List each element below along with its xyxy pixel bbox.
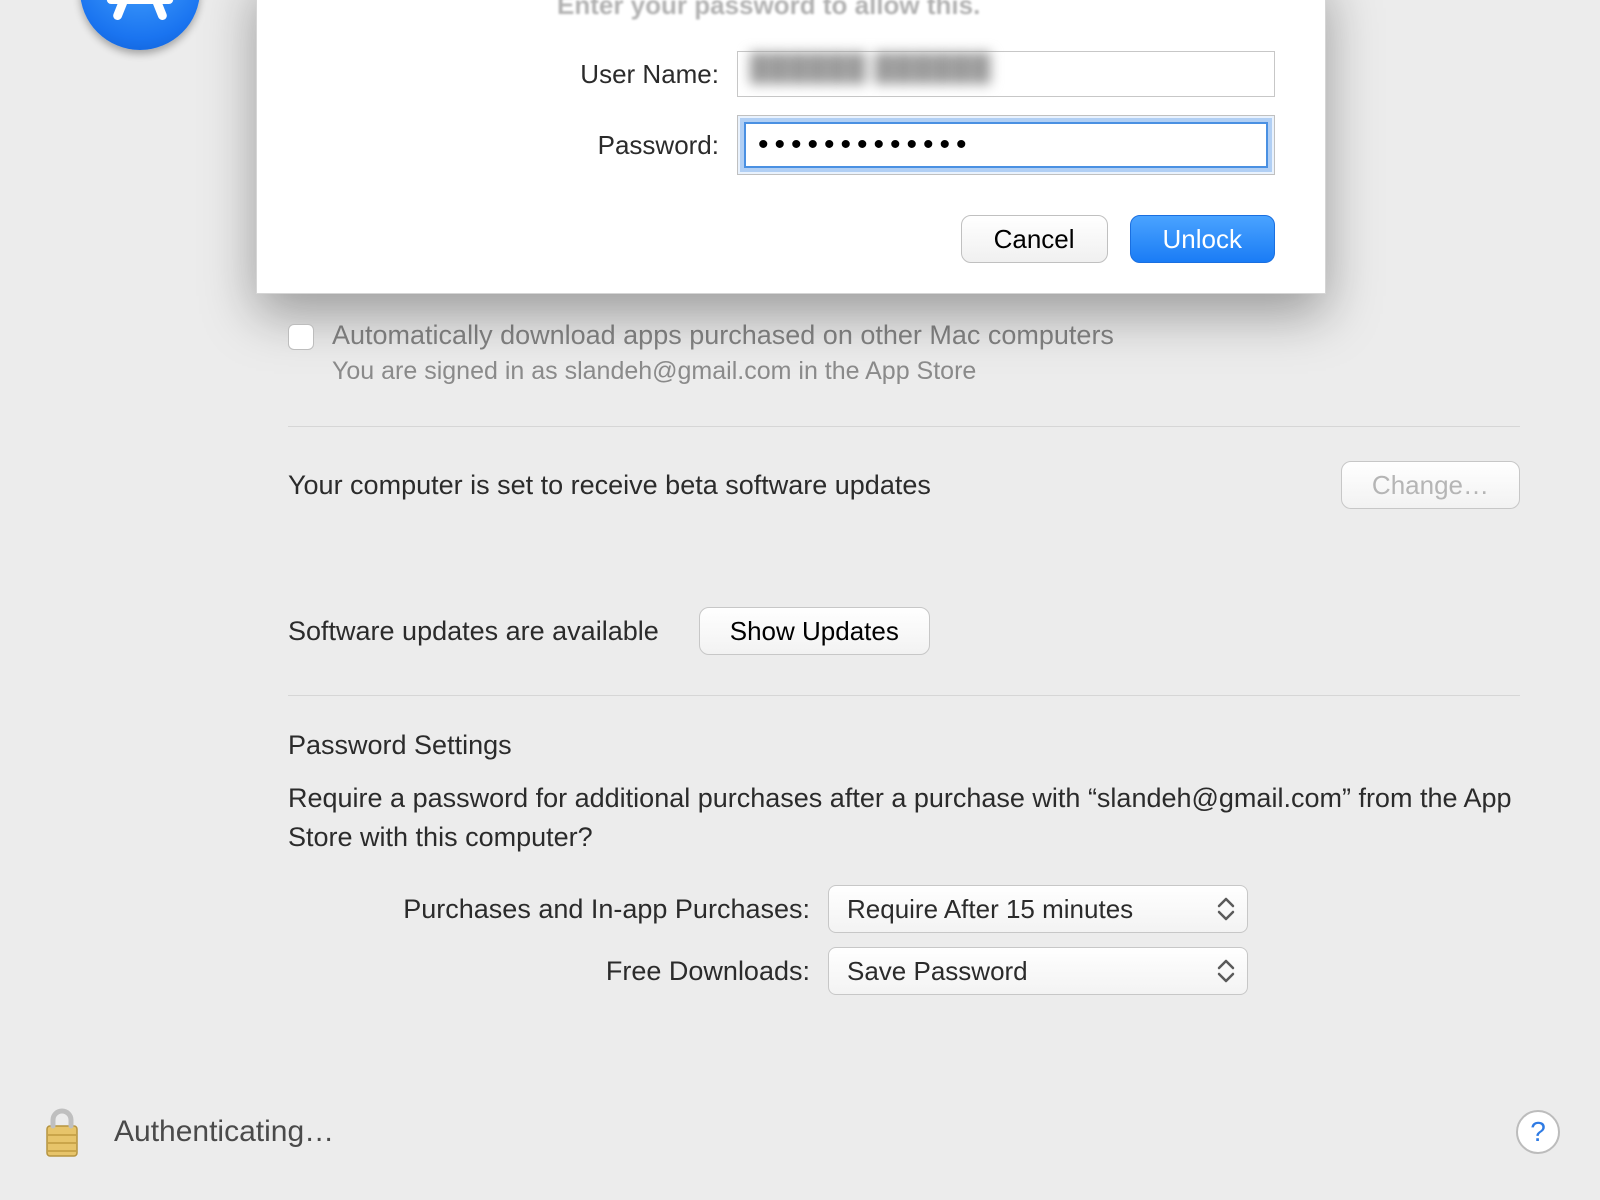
signed-in-text: You are signed in as slandeh@gmail.com i… — [332, 357, 1520, 386]
divider-2 — [288, 695, 1520, 696]
chevron-updown-icon — [1215, 895, 1237, 923]
password-row: Password: ••••••••••••• — [307, 115, 1275, 175]
preferences-pane: Automatically download apps purchased on… — [0, 320, 1600, 1009]
updates-text: Software updates are available — [288, 616, 659, 647]
change-button[interactable]: Change… — [1341, 461, 1520, 509]
auto-download-label: Automatically download apps purchased on… — [332, 320, 1114, 351]
help-button[interactable]: ? — [1516, 1110, 1560, 1154]
appstore-icon — [80, 0, 200, 50]
auth-buttons: Cancel Unlock — [307, 215, 1275, 263]
username-input[interactable]: ██████ ██████ — [737, 51, 1275, 97]
auth-prompt: Enter your password to allow this. — [557, 0, 1275, 21]
username-label: User Name: — [307, 59, 737, 90]
beta-row: Your computer is set to receive beta sof… — [288, 461, 1520, 509]
password-label: Password: — [307, 130, 737, 161]
purchases-select[interactable]: Require After 15 minutes — [828, 885, 1248, 933]
username-row: User Name: ██████ ██████ — [307, 51, 1275, 97]
chevron-updown-icon — [1215, 957, 1237, 985]
beta-text: Your computer is set to receive beta sof… — [288, 470, 931, 501]
unlock-button[interactable]: Unlock — [1130, 215, 1275, 263]
free-downloads-select[interactable]: Save Password — [828, 947, 1248, 995]
free-downloads-value: Save Password — [847, 956, 1028, 987]
password-focus-ring: ••••••••••••• — [737, 115, 1275, 175]
auth-status: Authenticating… — [114, 1115, 334, 1149]
free-downloads-label: Free Downloads: — [288, 956, 828, 987]
password-dots: ••••••••••••• — [758, 128, 973, 162]
purchases-row: Purchases and In-app Purchases: Require … — [288, 885, 1520, 933]
cancel-button[interactable]: Cancel — [961, 215, 1108, 263]
password-input[interactable]: ••••••••••••• — [744, 122, 1268, 168]
password-settings-title: Password Settings — [288, 730, 1520, 761]
auto-download-checkbox[interactable] — [288, 324, 314, 350]
password-settings-desc: Require a password for additional purcha… — [288, 779, 1520, 857]
purchases-label: Purchases and In-app Purchases: — [288, 894, 828, 925]
lock-icon[interactable] — [40, 1104, 84, 1160]
free-downloads-row: Free Downloads: Save Password — [288, 947, 1520, 995]
auto-download-row: Automatically download apps purchased on… — [288, 320, 1520, 351]
auth-sheet: Enter your password to allow this. User … — [256, 0, 1326, 294]
updates-row: Software updates are available Show Upda… — [288, 607, 1520, 655]
show-updates-button[interactable]: Show Updates — [699, 607, 930, 655]
divider-1 — [288, 426, 1520, 427]
purchases-value: Require After 15 minutes — [847, 894, 1133, 925]
footer: Authenticating… ? — [0, 1104, 1600, 1160]
